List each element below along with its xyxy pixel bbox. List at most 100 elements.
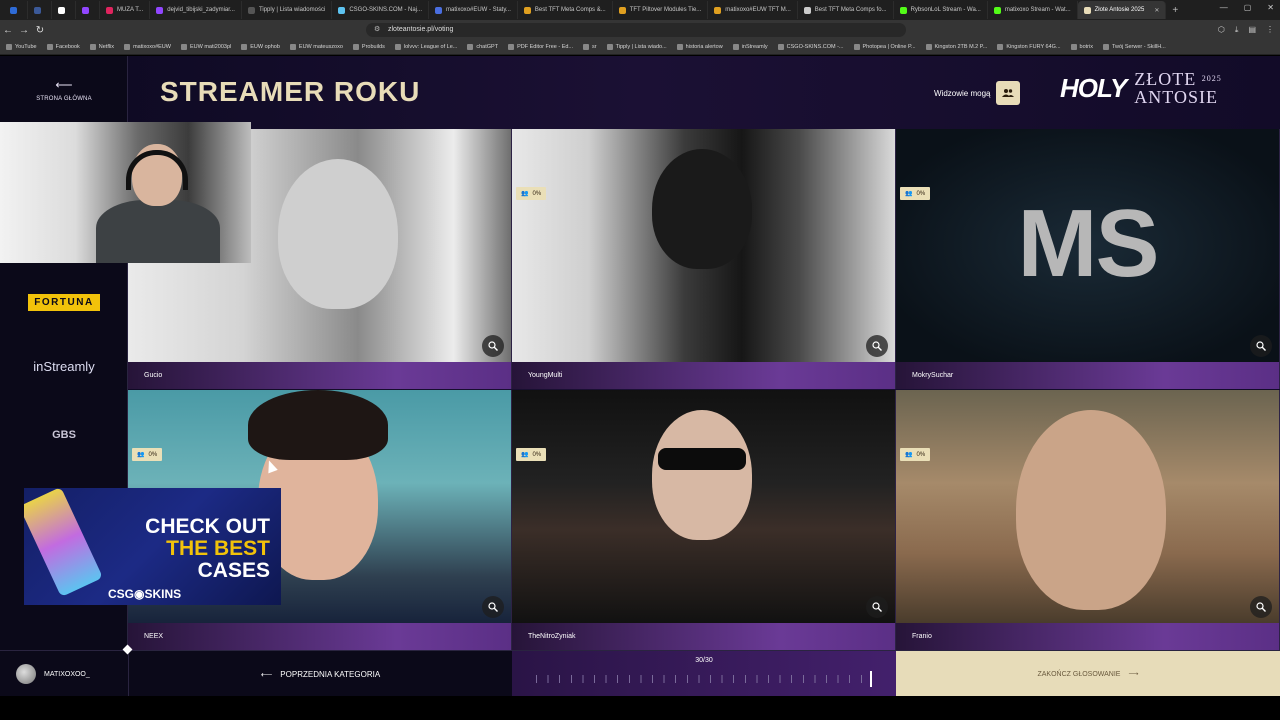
bookmark-item[interactable]: YouTube — [6, 44, 37, 50]
bookmark-item[interactable]: Probuilds — [352, 44, 385, 50]
bookmark-label: inStreamly — [741, 44, 768, 50]
browser-tab[interactable]: Złote Antosie 2025 ✕ — [1077, 1, 1167, 19]
bookmark-label: botrix — [1079, 44, 1093, 50]
voting-progress: 30/30 — [512, 651, 896, 697]
bookmark-favicon-icon — [394, 44, 401, 50]
tab-favicon-icon — [247, 6, 255, 14]
bookmark-item[interactable]: matixoxo#EUW — [124, 44, 171, 50]
bookmark-item[interactable]: inStreamly — [732, 44, 768, 50]
sidebar-icon[interactable]: ▤ — [1248, 25, 1256, 35]
tab-label: matixoxo#EUW - Staty... — [446, 7, 511, 13]
zoom-icon[interactable] — [866, 596, 888, 618]
sponsor-instreamly[interactable]: inStreamly — [0, 359, 128, 374]
progress-ticks — [536, 675, 872, 683]
candidate-name: Gucio — [128, 362, 511, 389]
bookmark-item[interactable]: CSGO-SKINS.COM -... — [777, 44, 844, 50]
bookmark-item[interactable]: EUW ophob — [241, 44, 280, 50]
browser-tab[interactable]: matixoxo Stream - Wat... — [988, 1, 1078, 19]
bookmark-item[interactable]: PDF Editor Free - Ed... — [508, 44, 573, 50]
candidate-name: NEEX — [128, 623, 511, 650]
browser-tab[interactable]: Best TFT Meta Comps &... — [518, 1, 613, 19]
candidate-name: MokrySuchar — [896, 362, 1279, 389]
bookmark-label: matixoxo#EUW — [133, 44, 171, 50]
site-info-icon[interactable]: ⚙ — [374, 23, 380, 37]
bookmark-label: Twój Serwer - SkillH... — [1111, 44, 1166, 50]
bookmark-item[interactable]: Tipply | Lista wiado... — [606, 44, 667, 50]
tab-label: matixoxo Stream - Wat... — [1004, 7, 1071, 13]
downloads-icon[interactable]: ⤓ — [1235, 25, 1239, 35]
bookmark-label: Kingston 2TB M.2 P... — [934, 44, 988, 50]
menu-icon[interactable]: ⋮ — [1266, 25, 1274, 35]
browser-tab[interactable] — [76, 1, 100, 19]
browser-tab[interactable]: CSGO-SKINS.COM - Naj... — [332, 1, 429, 19]
browser-tab[interactable]: matixoxo#EUW TFT M... — [708, 1, 798, 19]
bookmark-item[interactable]: chatGPT — [467, 44, 498, 50]
bookmark-item[interactable]: historia alertow — [676, 44, 723, 50]
tab-favicon-icon — [82, 6, 89, 14]
home-link[interactable]: ⟵ STRONA GŁÓWNA — [0, 78, 128, 102]
bookmark-item[interactable]: Netflix — [89, 44, 114, 50]
bookmark-label: EUW mateuszoxo — [298, 44, 343, 50]
csgo-skins-ad[interactable]: CHECK OUT THE BEST CASES CSG◉SKINS — [24, 488, 281, 605]
tab-favicon-icon — [618, 6, 626, 14]
candidate-logo-text: MS — [1017, 190, 1160, 297]
maximize-icon[interactable]: ▢ — [1244, 3, 1252, 12]
users-icon[interactable] — [996, 81, 1021, 105]
zoom-icon[interactable] — [482, 596, 504, 618]
tab-favicon-icon — [1083, 6, 1091, 14]
logo-zlote-antosie: ZŁOTE 2025 ANTOSIE — [1134, 69, 1222, 107]
bookmark-item[interactable]: Facebook — [46, 44, 80, 50]
browser-tab[interactable]: Best TFT Meta Comps fo... — [798, 1, 894, 19]
finish-voting-button[interactable]: ZAKOŃCZ GŁOSOWANIE ⟶ — [896, 651, 1280, 697]
bookmark-item[interactable]: lolvvv: League of Le... — [394, 44, 458, 50]
sponsor-fortuna[interactable]: FORTUNA — [0, 292, 128, 311]
previous-category-button[interactable]: ⟵ POPRZEDNIA KATEGORIA — [128, 651, 512, 697]
bookmark-item[interactable]: sr — [583, 44, 597, 50]
browser-tab[interactable]: Tipply | Lista wiadomości — [242, 1, 333, 19]
zoom-icon[interactable] — [482, 335, 504, 357]
browser-tab[interactable] — [28, 1, 52, 19]
forward-icon[interactable]: → — [16, 25, 32, 36]
zoom-icon[interactable] — [1250, 335, 1272, 357]
home-label: STRONA GŁÓWNA — [36, 96, 92, 102]
browser-tab[interactable]: RybsonLoL Stream - Wa... — [894, 1, 988, 19]
site-logo[interactable]: HOLY ZŁOTE 2025 ANTOSIE — [1060, 70, 1222, 106]
users-icon: 👥 — [905, 452, 913, 458]
browser-tab[interactable] — [52, 1, 76, 19]
back-icon[interactable]: ← — [0, 25, 16, 36]
extensions-icon[interactable]: ⬡ — [1218, 25, 1225, 35]
candidate-card[interactable]: 👥 0% Franio — [896, 390, 1280, 650]
candidate-card[interactable]: MS 👥 0% MokrySuchar — [896, 129, 1280, 389]
bookmark-label: lolvvv: League of Le... — [403, 44, 458, 50]
bookmark-item[interactable]: Kingston FURY 64G... — [997, 44, 1061, 50]
browser-tab[interactable]: MUZA T... — [100, 1, 151, 19]
bookmark-item[interactable]: Kingston 2TB M.2 P... — [925, 44, 988, 50]
browser-tab[interactable] — [4, 1, 28, 19]
browser-tab[interactable]: dejvid_tibijski_zadymiar... — [150, 1, 242, 19]
browser-tab[interactable]: TFT Piltover Modules Tie... — [613, 1, 709, 19]
user-profile[interactable]: MATIXOXOO_ — [16, 664, 90, 684]
new-tab-icon[interactable]: + — [1166, 5, 1184, 16]
bookmark-item[interactable]: EUW mateuszoxo — [289, 44, 343, 50]
reload-icon[interactable]: ↻ — [32, 25, 48, 36]
window-controls: — ▢ ✕ — [1220, 3, 1274, 12]
minimize-icon[interactable]: — — [1220, 3, 1228, 12]
candidate-card[interactable]: 👥 0% TheNitroZyniak — [512, 390, 896, 650]
url-field[interactable]: ⚙ zloteantosie.pl/voting — [366, 23, 906, 37]
close-icon[interactable]: ✕ — [1267, 3, 1274, 12]
zoom-icon[interactable] — [1250, 596, 1272, 618]
candidate-card[interactable]: 👥 0% YoungMulti — [512, 129, 896, 389]
viewers-toggle[interactable]: Widzowie mogą — [934, 81, 1021, 105]
sponsor-gbs[interactable]: GBS — [0, 429, 128, 441]
bookmark-favicon-icon — [606, 44, 613, 50]
viewers-label: Widzowie mogą — [934, 88, 991, 98]
tab-close-icon[interactable]: ✕ — [1154, 7, 1159, 14]
browser-tab[interactable]: matixoxo#EUW - Staty... — [429, 1, 518, 19]
bookmark-item[interactable]: EUW mati2003pl — [180, 44, 231, 50]
zoom-icon[interactable] — [866, 335, 888, 357]
bookmark-label: YouTube — [15, 44, 37, 50]
bookmark-item[interactable]: botrix — [1070, 44, 1093, 50]
bookmark-item[interactable]: Photopea | Online P... — [853, 44, 916, 50]
bookmark-item[interactable]: Twój Serwer - SkillH... — [1102, 44, 1166, 50]
bookmark-favicon-icon — [777, 44, 784, 50]
